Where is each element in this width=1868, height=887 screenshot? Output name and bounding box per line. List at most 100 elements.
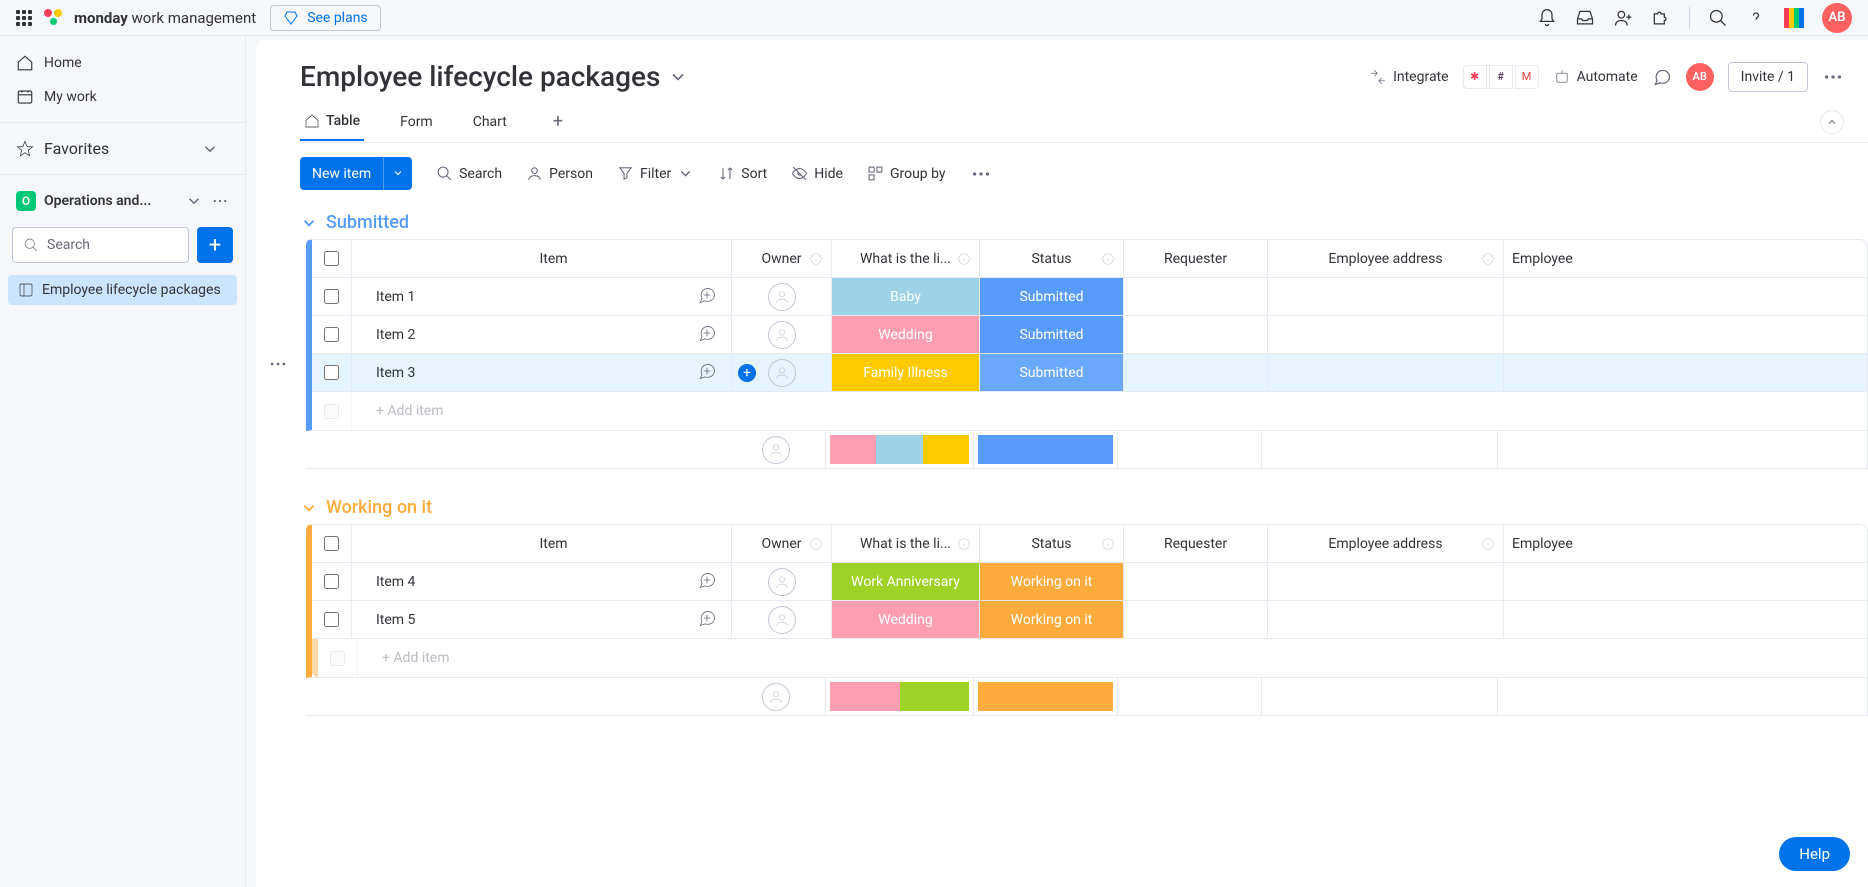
table-row[interactable]: Item 3 + Family Illness Submitted	[312, 354, 1867, 392]
group-header[interactable]: Working on it	[300, 497, 1868, 518]
toolbar-filter[interactable]: Filter	[617, 165, 694, 182]
row-checkbox[interactable]	[312, 563, 352, 600]
group-header[interactable]: Submitted	[300, 212, 1868, 233]
add-person-badge[interactable]: +	[738, 364, 756, 382]
new-item-dropdown[interactable]	[383, 157, 412, 190]
sidebar-item-mywork[interactable]: My work	[0, 80, 245, 114]
row-more-icon[interactable]	[268, 354, 288, 374]
open-item-icon[interactable]	[697, 570, 717, 594]
address-cell[interactable]	[1268, 278, 1504, 315]
col-status[interactable]: Status	[980, 240, 1124, 277]
col-address[interactable]: Employee address	[1268, 525, 1504, 562]
info-icon[interactable]	[957, 252, 971, 266]
col-employee[interactable]: Employee	[1504, 525, 1584, 562]
help-button[interactable]: Help	[1779, 837, 1850, 871]
owner-cell[interactable]	[732, 278, 832, 315]
sidebar-workspace-selector[interactable]: O Operations and...	[0, 183, 245, 219]
event-cell[interactable]: Wedding	[832, 316, 980, 353]
info-icon[interactable]	[809, 537, 823, 551]
products-icon[interactable]	[1784, 8, 1804, 28]
help-icon[interactable]	[1746, 8, 1766, 28]
status-cell[interactable]: Working on it	[980, 601, 1124, 638]
open-item-icon[interactable]	[697, 323, 717, 347]
address-cell[interactable]	[1268, 316, 1504, 353]
add-item-row[interactable]: + Add item	[312, 639, 1867, 677]
employee-cell[interactable]	[1504, 354, 1584, 391]
table-row[interactable]: Item 2 Wedding Submitted	[312, 316, 1867, 354]
col-employee[interactable]: Employee	[1504, 240, 1584, 277]
view-tab-chart[interactable]: Chart	[469, 104, 511, 140]
info-icon[interactable]	[1481, 252, 1495, 266]
automate-button[interactable]: Automate	[1553, 68, 1638, 86]
employee-cell[interactable]	[1504, 563, 1584, 600]
group-title[interactable]: Working on it	[326, 497, 432, 518]
add-item-row[interactable]: + Add item	[312, 392, 1867, 430]
info-icon[interactable]	[809, 252, 823, 266]
new-item-button[interactable]: New item	[300, 157, 412, 190]
requester-cell[interactable]	[1124, 316, 1268, 353]
open-item-icon[interactable]	[697, 361, 717, 385]
select-all-checkbox[interactable]	[312, 240, 352, 277]
col-event[interactable]: What is the li...	[832, 525, 980, 562]
event-cell[interactable]: Family Illness	[832, 354, 980, 391]
more-icon[interactable]	[211, 192, 229, 210]
toolbar-hide[interactable]: Hide	[791, 165, 843, 182]
integrate-button[interactable]: Integrate	[1369, 68, 1449, 86]
col-item[interactable]: Item	[352, 525, 732, 562]
col-owner[interactable]: Owner	[732, 240, 832, 277]
owner-cell[interactable]	[732, 601, 832, 638]
view-tab-form[interactable]: Form	[396, 104, 437, 140]
owner-cell[interactable]	[732, 563, 832, 600]
invite-button[interactable]: Invite / 1	[1728, 62, 1808, 92]
chevron-down-icon[interactable]	[185, 192, 203, 210]
item-name-cell[interactable]: Item 1	[352, 278, 732, 315]
more-icon[interactable]	[1822, 66, 1844, 88]
item-name-cell[interactable]: Item 4	[352, 563, 732, 600]
row-checkbox[interactable]	[312, 601, 352, 638]
col-item[interactable]: Item	[352, 240, 732, 277]
add-view-button[interactable]: +	[543, 101, 573, 142]
row-checkbox[interactable]	[312, 354, 352, 391]
table-row[interactable]: Item 5 Wedding Working on it	[312, 601, 1867, 639]
group-title[interactable]: Submitted	[326, 212, 409, 233]
user-avatar[interactable]: AB	[1822, 3, 1852, 33]
requester-cell[interactable]	[1124, 563, 1268, 600]
employee-cell[interactable]	[1504, 601, 1584, 638]
requester-cell[interactable]	[1124, 354, 1268, 391]
board-avatar[interactable]: AB	[1686, 63, 1714, 91]
person-placeholder-icon[interactable]	[762, 683, 790, 711]
toolbar-search[interactable]: Search	[436, 165, 502, 182]
address-cell[interactable]	[1268, 601, 1504, 638]
col-owner[interactable]: Owner	[732, 525, 832, 562]
status-cell[interactable]: Submitted	[980, 316, 1124, 353]
owner-cell[interactable]	[732, 316, 832, 353]
sidebar-item-home[interactable]: Home	[0, 46, 245, 80]
toolbar-sort[interactable]: Sort	[718, 165, 767, 182]
table-row[interactable]: Item 4 Work Anniversary Working on it	[312, 563, 1867, 601]
discussion-icon[interactable]	[1652, 67, 1672, 87]
sidebar-search-input[interactable]: Search	[12, 227, 189, 263]
toolbar-groupby[interactable]: Group by	[867, 165, 946, 182]
col-event[interactable]: What is the li...	[832, 240, 980, 277]
employee-cell[interactable]	[1504, 316, 1584, 353]
see-plans-button[interactable]: See plans	[270, 5, 380, 31]
row-checkbox[interactable]	[312, 278, 352, 315]
sidebar-board-item[interactable]: Employee lifecycle packages	[8, 275, 237, 305]
sidebar-add-button[interactable]: +	[197, 227, 233, 263]
address-cell[interactable]	[1268, 563, 1504, 600]
table-row[interactable]: Item 1 Baby Submitted	[312, 278, 1867, 316]
requester-cell[interactable]	[1124, 278, 1268, 315]
info-icon[interactable]	[1481, 537, 1495, 551]
more-icon[interactable]	[970, 163, 992, 185]
toolbar-person[interactable]: Person	[526, 165, 593, 182]
event-cell[interactable]: Work Anniversary	[832, 563, 980, 600]
owner-cell[interactable]: +	[732, 354, 832, 391]
invite-user-icon[interactable]	[1613, 8, 1633, 28]
integration-icons[interactable]: ✱ # M	[1463, 65, 1539, 89]
status-cell[interactable]: Submitted	[980, 354, 1124, 391]
person-placeholder-icon[interactable]	[768, 283, 796, 311]
employee-cell[interactable]	[1504, 278, 1584, 315]
person-placeholder-icon[interactable]	[768, 568, 796, 596]
bell-icon[interactable]	[1537, 8, 1557, 28]
col-requester[interactable]: Requester	[1124, 240, 1268, 277]
